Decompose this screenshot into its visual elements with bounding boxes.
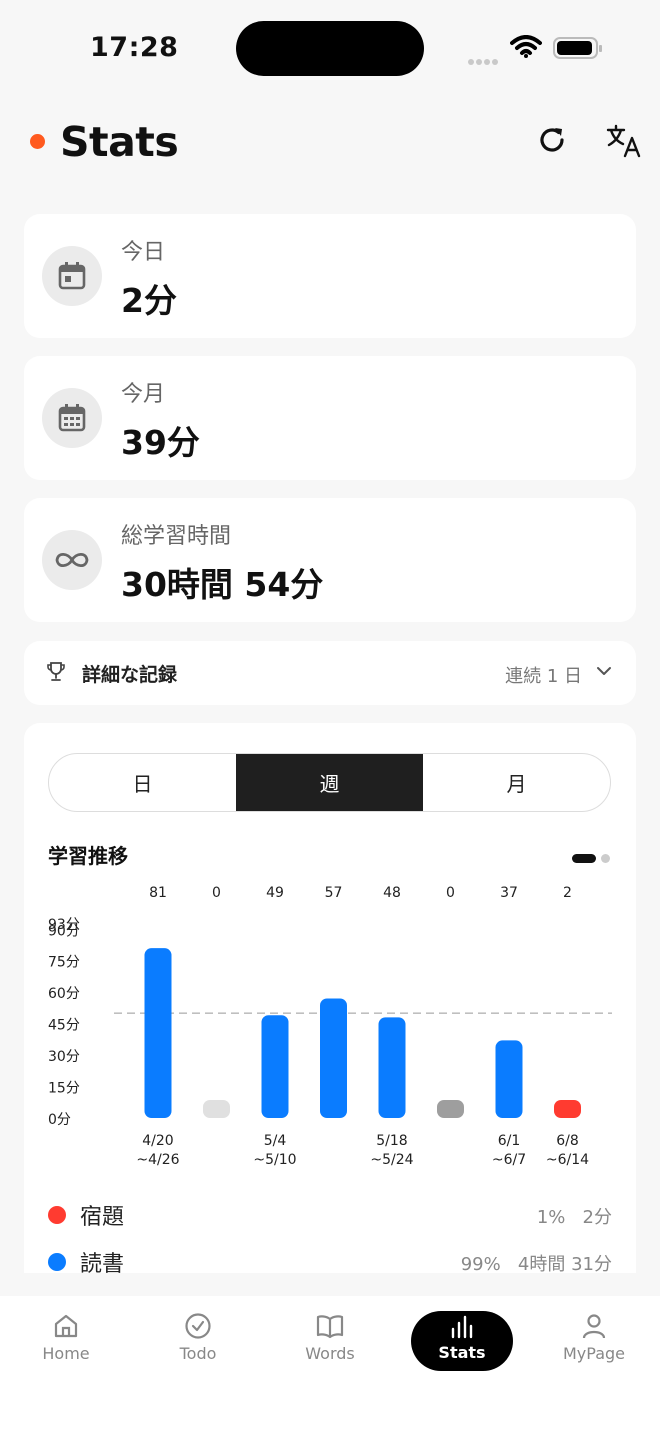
bar-value-label: 49	[266, 885, 284, 901]
bar	[554, 1100, 581, 1118]
period-segmented-control: 日 週 月	[48, 753, 611, 812]
battery-icon	[553, 37, 602, 59]
home-icon	[54, 1314, 78, 1338]
bar	[261, 1015, 289, 1118]
bar	[437, 1100, 464, 1118]
legend-name: 読書	[80, 1252, 125, 1273]
x-tick-label: ~4/26	[136, 1152, 179, 1168]
check-circle-icon	[185, 1313, 211, 1339]
bar	[378, 1017, 406, 1118]
x-tick-label: ~6/7	[492, 1152, 526, 1168]
bar	[144, 948, 172, 1118]
bar	[203, 1100, 230, 1118]
streak-label: 連続 1 日	[505, 666, 582, 687]
y-tick-label: 93分	[48, 917, 80, 933]
calendar-day-icon	[42, 246, 102, 306]
tab-label: Home	[42, 1344, 90, 1363]
bottom-tab-bar: Home Todo Words Stats MyPage	[0, 1296, 660, 1434]
calendar-month-icon	[42, 388, 102, 448]
page-title: Stats	[60, 118, 179, 166]
bar-value-label: 0	[212, 885, 221, 901]
y-tick-label: 0分	[48, 1112, 71, 1128]
x-tick-label: 6/8	[556, 1133, 579, 1149]
bar-value-label: 57	[325, 885, 343, 901]
wifi-icon	[510, 35, 542, 58]
weekly-bar-chart: 0分15分30分45分60分75分90分93分814/20~4/260 495/4…	[48, 885, 612, 1168]
month-label: 今月	[121, 382, 166, 407]
total-value: 30時間 54分	[121, 565, 324, 604]
status-bar: 17:28	[0, 0, 660, 96]
detailed-record-label: 詳細な記録	[82, 664, 178, 686]
legend-value: 1% 2分	[536, 1207, 612, 1228]
total-label: 総学習時間	[121, 524, 232, 549]
tab-label: Words	[305, 1344, 355, 1363]
bar	[320, 998, 347, 1118]
tab-home[interactable]: Home	[11, 1310, 121, 1372]
chevron-down-icon[interactable]	[596, 663, 612, 679]
today-value: 2分	[121, 281, 177, 320]
tab-words[interactable]: Words	[275, 1310, 385, 1372]
x-tick-label: ~5/10	[253, 1152, 296, 1168]
refresh-icon[interactable]	[536, 124, 568, 156]
translate-icon[interactable]	[606, 124, 642, 158]
y-tick-label: 45分	[48, 1018, 80, 1034]
legend-value: 99% 4時間 31分	[460, 1254, 612, 1273]
tab-mypage[interactable]: MyPage	[539, 1310, 649, 1372]
legend-name: 宿題	[80, 1205, 125, 1230]
detailed-record-row[interactable]: 詳細な記録 連続 1 日	[24, 641, 636, 705]
x-tick-label: 5/18	[376, 1133, 407, 1149]
tab-todo[interactable]: Todo	[143, 1310, 253, 1372]
legend-dot-reading	[48, 1253, 66, 1271]
status-time: 17:28	[90, 32, 179, 63]
segment-week[interactable]: 週	[236, 754, 423, 811]
x-tick-label: 5/4	[264, 1133, 287, 1149]
x-tick-label: ~6/14	[546, 1152, 589, 1168]
today-card: 今日 2分	[24, 214, 636, 338]
x-tick-label: 4/20	[142, 1133, 173, 1149]
person-icon	[582, 1314, 606, 1339]
status-dot	[30, 134, 45, 149]
y-tick-label: 30分	[48, 1049, 80, 1065]
month-card: 今月 39分	[24, 356, 636, 480]
bar-value-label: 81	[149, 885, 167, 901]
x-tick-label: ~5/24	[370, 1152, 413, 1168]
bar	[495, 1040, 523, 1118]
legend-dot-homework	[48, 1206, 66, 1224]
y-tick-label: 75分	[48, 955, 80, 971]
chart-title: 学習推移	[48, 844, 128, 868]
total-card: 総学習時間 30時間 54分	[24, 498, 636, 622]
page-header: Stats	[0, 110, 660, 180]
bar-value-label: 2	[563, 885, 572, 901]
y-tick-label: 15分	[48, 1081, 80, 1097]
infinity-icon	[42, 530, 102, 590]
x-tick-label: 6/1	[498, 1133, 521, 1149]
today-label: 今日	[121, 240, 166, 265]
bar-value-label: 48	[383, 885, 401, 901]
bar-value-label: 0	[446, 885, 455, 901]
bar-value-label: 37	[500, 885, 518, 901]
chart-card: 日 週 月 学習推移 0分 15分 30分 45分 60分 75分 90分 93分 81 4/20…	[24, 723, 636, 1273]
segment-month[interactable]: 月	[423, 754, 610, 811]
page-indicator[interactable]	[572, 848, 610, 867]
segment-day[interactable]: 日	[49, 754, 236, 811]
book-icon	[316, 1315, 344, 1339]
signal-icon	[468, 50, 500, 69]
legend-item-reading: 読書 99% 4時間 31分	[48, 1245, 612, 1273]
tab-label: MyPage	[562, 1344, 625, 1363]
month-value: 39分	[121, 423, 200, 462]
tab-label: Todo	[179, 1344, 217, 1363]
bar-chart-icon	[451, 1315, 473, 1339]
legend-item-homework: 宿題 1% 2分	[48, 1198, 612, 1232]
trophy-icon	[47, 662, 65, 681]
dynamic-island	[236, 21, 424, 76]
y-tick-label: 60分	[48, 986, 80, 1002]
tab-stats[interactable]: Stats	[411, 1311, 513, 1371]
tab-label: Stats	[438, 1343, 486, 1362]
